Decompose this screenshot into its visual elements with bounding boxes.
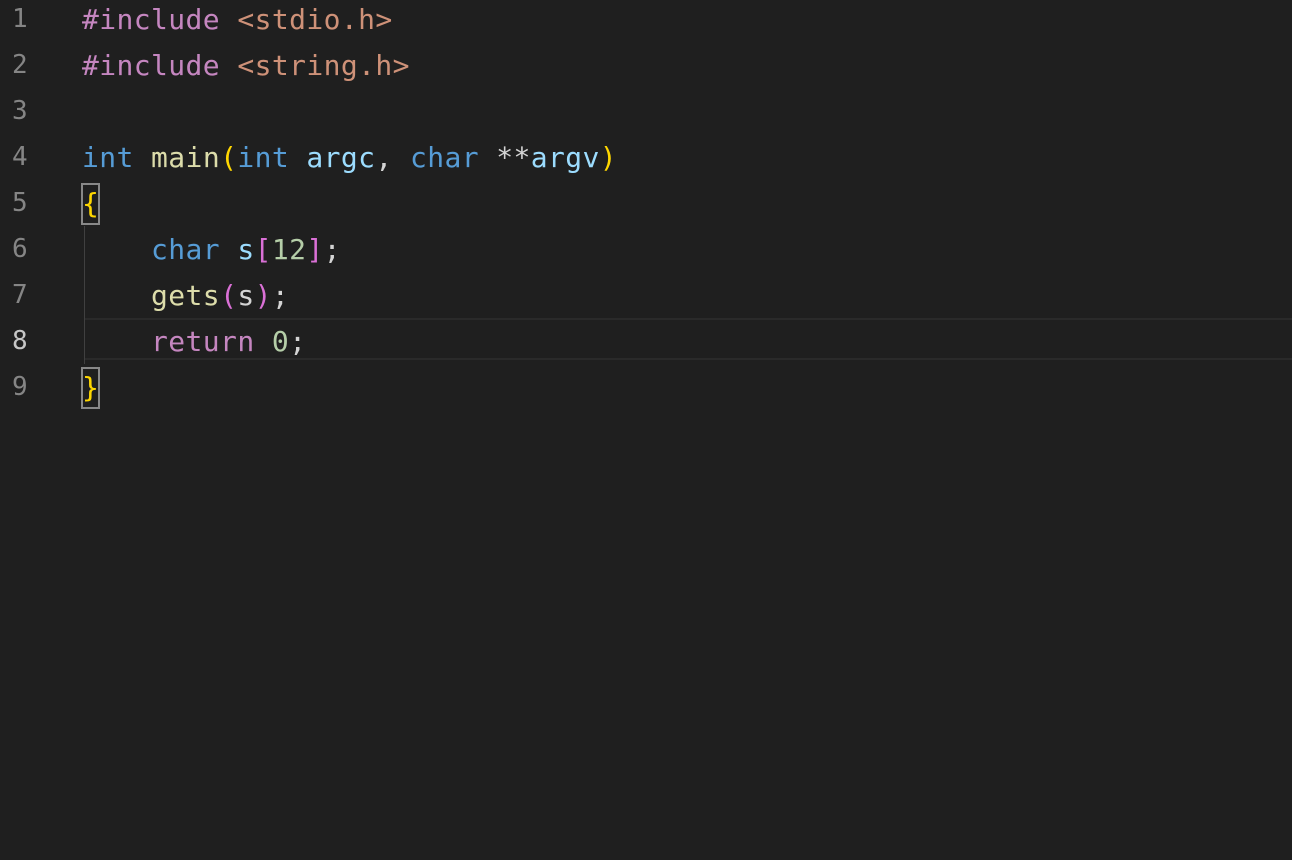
comma: , <box>375 141 393 174</box>
code-line-2[interactable]: #include <string.h> <box>82 46 410 92</box>
code-line-8[interactable]: return 0; <box>82 322 306 368</box>
line-number: 7 <box>12 280 29 310</box>
param-type: int <box>237 141 290 174</box>
include-header: <stdio.h> <box>237 3 393 36</box>
param-name: argv <box>530 141 600 174</box>
include-header: <string.h> <box>237 49 410 82</box>
code-line-5[interactable]: { <box>80 183 101 230</box>
semicolon: ; <box>271 279 290 312</box>
open-paren: ( <box>220 141 238 174</box>
return-type: int <box>82 141 134 174</box>
semicolon: ; <box>323 233 341 266</box>
line-number: 5 <box>12 188 29 218</box>
code-line-4[interactable]: int main(int argc, char **argv) <box>82 138 617 184</box>
code-line-7[interactable]: gets(s); <box>82 276 289 322</box>
pointer-stars: ** <box>496 141 531 174</box>
array-size: 12 <box>271 233 307 266</box>
open-paren: ( <box>220 279 238 312</box>
close-bracket: ] <box>306 233 324 266</box>
line-number: 9 <box>12 372 29 402</box>
preprocessor-directive: #include <box>82 49 221 82</box>
function-call: gets <box>151 279 221 312</box>
code-line-9[interactable]: } <box>80 367 101 414</box>
line-number: 1 <box>12 4 29 34</box>
param-type: char <box>409 141 479 174</box>
code-line-1[interactable]: #include <stdio.h> <box>82 0 393 46</box>
close-paren: ) <box>254 279 272 312</box>
open-bracket: [ <box>254 233 272 266</box>
return-value: 0 <box>271 325 290 358</box>
preprocessor-directive: #include <box>82 3 221 36</box>
close-brace-matched: } <box>80 367 101 409</box>
call-argument: s <box>237 279 255 312</box>
line-number: 6 <box>12 234 29 264</box>
code-editor[interactable]: 1 2 3 4 5 6 7 8 9 #include <stdio.h> #in… <box>0 0 1292 860</box>
line-number: 2 <box>12 50 29 80</box>
var-type: char <box>151 233 221 266</box>
function-name: main <box>151 141 221 174</box>
param-name: argc <box>306 141 376 174</box>
code-line-6[interactable]: char s[12]; <box>82 230 341 276</box>
line-number: 3 <box>12 96 29 126</box>
line-number: 4 <box>12 142 29 172</box>
open-brace-matched: { <box>80 183 101 225</box>
active-line-number: 8 <box>12 326 29 356</box>
return-keyword: return <box>151 325 255 358</box>
var-name: s <box>237 233 255 266</box>
semicolon: ; <box>289 325 307 358</box>
close-paren: ) <box>599 141 618 174</box>
